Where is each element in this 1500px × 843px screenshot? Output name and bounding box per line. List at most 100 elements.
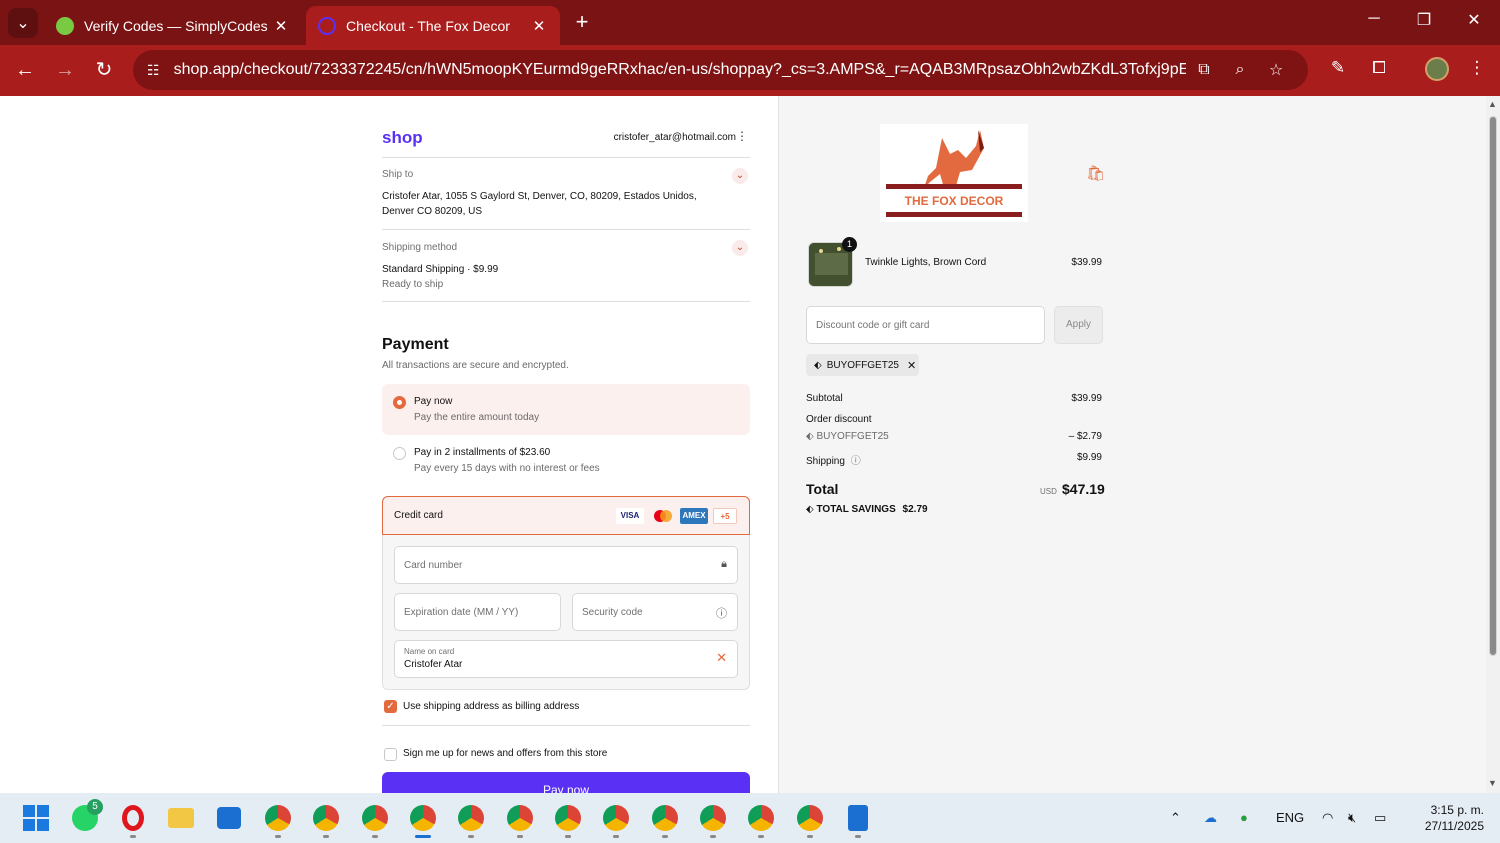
system-clock[interactable]: 3:15 p. m. 27/11/2025: [1408, 802, 1484, 834]
discount-amount: – $2.79: [1068, 431, 1102, 442]
more-menu-icon[interactable]: ⋮: [1464, 58, 1490, 78]
chrome-app[interactable]: [407, 802, 439, 838]
chrome-app[interactable]: [455, 802, 487, 838]
restore-button[interactable]: ❐: [1412, 10, 1436, 30]
language-indicator[interactable]: ENG: [1276, 810, 1304, 825]
close-tab-icon[interactable]: ✕: [272, 17, 290, 35]
store-logo[interactable]: THE FOX DECOR: [880, 124, 1028, 222]
wifi-icon[interactable]: ◠: [1322, 810, 1333, 826]
billing-checkbox[interactable]: ✓: [384, 700, 397, 713]
card-number-field[interactable]: Card number 🔒︎: [394, 546, 738, 584]
chrome-app[interactable]: [794, 802, 826, 838]
newsletter-checkbox[interactable]: [384, 748, 397, 761]
outlook-app[interactable]: [213, 802, 245, 834]
site-info-icon[interactable]: ☷: [147, 62, 160, 79]
show-hidden-icons[interactable]: ⌃: [1170, 810, 1181, 826]
chrome-app[interactable]: [504, 802, 536, 838]
chrome-icon: [797, 805, 823, 831]
help-circle-icon[interactable]: ⓘ: [716, 605, 727, 621]
tab-checkout[interactable]: Checkout - The Fox Decor ✕: [306, 6, 560, 45]
name-on-card-value[interactable]: Cristofer Atar: [404, 659, 462, 670]
opera-app[interactable]: [117, 802, 149, 838]
installments-radio[interactable]: [393, 447, 406, 460]
scroll-up-icon[interactable]: ▲: [1488, 99, 1497, 109]
remove-discount-icon[interactable]: ✕: [907, 359, 916, 372]
security-icon[interactable]: ●: [1240, 810, 1248, 825]
scrollbar-thumb[interactable]: [1489, 116, 1497, 656]
pay-now-radio[interactable]: [393, 396, 406, 409]
minimize-button[interactable]: ─: [1362, 10, 1386, 28]
chevron-down-icon: ⌄: [16, 15, 30, 32]
address-bar[interactable]: ☷ shop.app/checkout/7233372245/cn/hWN5mo…: [133, 50, 1308, 90]
security-code-placeholder: Security code: [582, 607, 643, 618]
currency-code: USD: [1040, 487, 1057, 496]
volume-muted-icon[interactable]: 🔇︎: [1348, 810, 1356, 826]
profile-avatar[interactable]: [1425, 57, 1449, 81]
discount-code-field[interactable]: [806, 306, 1045, 344]
simplycodes-favicon-icon: [56, 16, 74, 35]
new-tab-button[interactable]: +: [570, 10, 594, 34]
start-button[interactable]: [20, 802, 52, 834]
url-text[interactable]: shop.app/checkout/7233372245/cn/hWN5moop…: [174, 61, 1186, 79]
discount-code-input[interactable]: [807, 307, 1044, 343]
pay-now-option[interactable]: Pay now Pay the entire amount today: [382, 384, 750, 435]
shipping-row-label: Shipping ⓘ: [806, 452, 861, 467]
option-title: Pay now: [414, 396, 453, 407]
chrome-app[interactable]: [262, 802, 294, 838]
expiration-date-field[interactable]: Expiration date (MM / YY): [394, 593, 561, 631]
clock-time: 3:15 p. m.: [1430, 803, 1484, 817]
shopping-bag-icon[interactable]: 🛍︎: [1086, 164, 1105, 182]
back-button[interactable]: ←: [12, 57, 38, 83]
chrome-app[interactable]: [359, 802, 391, 838]
chevron-down-icon[interactable]: ⌄: [732, 168, 748, 184]
chrome-app[interactable]: [745, 802, 777, 838]
product-price: $39.99: [1071, 257, 1102, 268]
zoom-icon[interactable]: ⌕: [1222, 61, 1258, 79]
chrome-app[interactable]: [600, 802, 632, 838]
file-explorer-app[interactable]: [165, 802, 197, 834]
applied-code: BUYOFFGET25: [826, 359, 899, 371]
close-tab-icon[interactable]: ✕: [530, 17, 548, 35]
scroll-down-icon[interactable]: ▼: [1488, 778, 1497, 788]
chrome-app[interactable]: [310, 802, 342, 838]
help-circle-icon[interactable]: ⓘ: [851, 456, 861, 467]
order-discount-label: Order discount: [806, 414, 872, 425]
credit-card-header[interactable]: Credit card VISA AMEX +5: [382, 496, 750, 535]
edit-icon[interactable]: ✎: [1325, 58, 1351, 78]
card-number-placeholder: Card number: [404, 560, 463, 571]
page-scrollbar[interactable]: ▲ ▼: [1486, 96, 1500, 793]
close-window-button[interactable]: ✕: [1462, 10, 1486, 30]
newsletter-checkbox-label[interactable]: Sign me up for news and offers from this…: [403, 748, 607, 759]
account-menu-icon[interactable]: ⋮: [736, 129, 748, 143]
store-logo-text: THE FOX DECOR: [905, 194, 1004, 208]
name-on-card-field[interactable]: Name on card Cristofer Atar ✕: [394, 640, 738, 678]
forward-button[interactable]: →: [52, 57, 78, 83]
tab-search-button[interactable]: ⌄: [8, 8, 38, 38]
extensions-icon[interactable]: ⧠: [1366, 58, 1392, 78]
chrome-icon: [700, 805, 726, 831]
security-code-field[interactable]: Security code ⓘ: [572, 593, 738, 631]
chrome-app[interactable]: [697, 802, 729, 838]
onedrive-icon[interactable]: ☁: [1204, 810, 1217, 826]
chrome-app[interactable]: [552, 802, 584, 838]
shipping-value: $9.99: [1076, 452, 1102, 463]
battery-icon[interactable]: ▭: [1374, 810, 1386, 826]
option-title: Pay in 2 installments of $23.60: [414, 447, 551, 458]
billing-checkbox-label[interactable]: Use shipping address as billing address: [403, 701, 579, 712]
reload-button[interactable]: ↻: [91, 57, 117, 83]
chrome-icon: [362, 805, 388, 831]
installments-option[interactable]: Pay in 2 installments of $23.60 Pay ever…: [382, 435, 750, 486]
tab-simplycodes[interactable]: Verify Codes — SimplyCodes ✕: [44, 6, 302, 45]
chevron-down-icon[interactable]: ⌄: [732, 240, 748, 256]
amex-icon: AMEX: [680, 508, 708, 524]
chrome-app[interactable]: [649, 802, 681, 838]
ship-to-address-line2: Denver CO 80209, US: [382, 206, 483, 217]
account-email[interactable]: cristofer_atar@hotmail.com: [614, 132, 736, 143]
whatsapp-app[interactable]: 5: [69, 799, 103, 834]
translate-icon[interactable]: ⧉: [1186, 61, 1222, 79]
notepad-app[interactable]: [842, 802, 874, 838]
apply-button[interactable]: Apply: [1054, 306, 1103, 344]
clear-icon[interactable]: ✕: [716, 650, 727, 666]
bookmark-star-icon[interactable]: ☆: [1258, 60, 1294, 80]
credit-card-label: Credit card: [394, 510, 443, 521]
